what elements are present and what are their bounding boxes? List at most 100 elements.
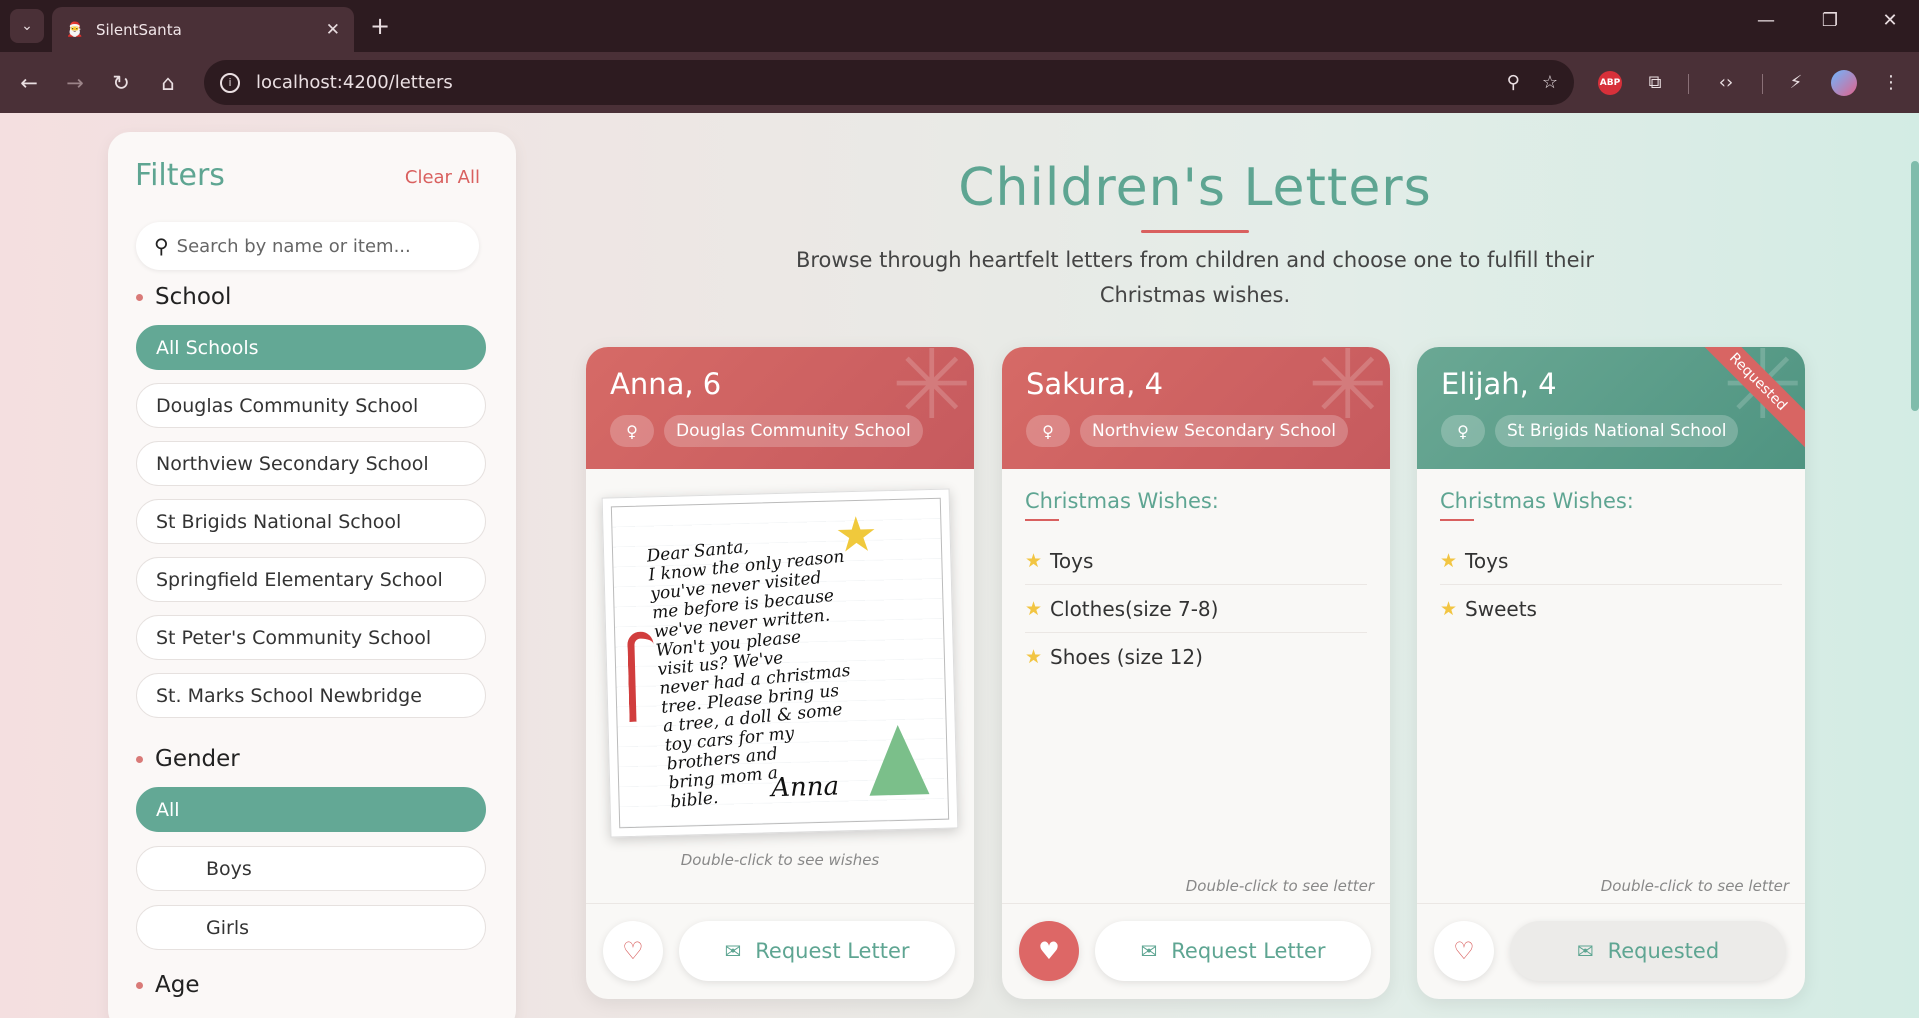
star-icon: ★	[1025, 646, 1043, 668]
search-input[interactable]: ⚲ Search by name or item...	[136, 222, 479, 270]
favorite-heart-button[interactable]: ♡	[1434, 921, 1494, 981]
wish-item: ★ Shoes (size 12)	[1025, 645, 1203, 669]
wish-item: ★ Clothes(size 7-8)	[1025, 585, 1367, 633]
bullet-dot	[136, 293, 143, 301]
request-label: Request Letter	[755, 939, 910, 963]
gender-option-label: Boys	[206, 857, 252, 880]
title-underline	[1141, 230, 1249, 233]
double-click-hint: Double-click to see letter	[1185, 877, 1374, 895]
page-title: Children's Letters	[958, 158, 1432, 218]
school-option[interactable]: St Peter's Community School	[136, 615, 486, 660]
bullet-dot	[136, 981, 143, 989]
adblock-extension-icon[interactable]: ABP	[1598, 71, 1622, 95]
minimize-icon[interactable]: —	[1746, 10, 1786, 31]
tab-title: SilentSanta	[96, 20, 182, 39]
performance-icon[interactable]: ⚡	[1781, 68, 1811, 98]
letter-handwriting: Dear Santa, I know the only reason you'v…	[645, 536, 852, 813]
toolbar-separator	[1762, 74, 1763, 94]
envelope-icon: ✉	[1140, 939, 1158, 963]
profile-avatar[interactable]	[1831, 70, 1857, 96]
home-icon[interactable]: ⌂	[152, 67, 184, 99]
request-letter-button[interactable]: ✉ Request Letter	[679, 921, 955, 981]
santa-favicon-icon: 🎅	[66, 21, 84, 38]
tab-search-button[interactable]: ⌄	[10, 9, 44, 43]
favorite-heart-button[interactable]: ♡	[603, 921, 663, 981]
star-icon: ★	[1025, 597, 1043, 620]
new-tab-button[interactable]: +	[366, 12, 394, 40]
gender-option-girls[interactable]: Girls	[136, 905, 486, 950]
star-icon: ★	[1025, 549, 1043, 572]
forward-icon[interactable]: →	[59, 67, 91, 99]
school-option[interactable]: Douglas Community School	[136, 383, 486, 428]
card-header: ✳ Requested Elijah, 4 ♀ St Brigids Natio…	[1417, 347, 1805, 469]
age-filter-title: Age	[136, 972, 199, 998]
wish-item: ★ Toys	[1440, 537, 1782, 585]
school-option[interactable]: Springfield Elementary School	[136, 557, 486, 602]
toolbar-separator	[1688, 74, 1689, 94]
browser-tab-bar: ⌄ 🎅 SilentSanta ✕ + — ❐ ✕	[0, 0, 1919, 52]
page-scrollbar[interactable]	[1911, 161, 1919, 411]
reload-icon[interactable]: ↻	[105, 67, 137, 99]
requested-button[interactable]: ✉ Requested	[1510, 921, 1786, 981]
card-header: ✳ Anna, 6 ♀ Douglas Community School	[586, 347, 974, 469]
page-subtitle: Browse through heartfelt letters from ch…	[795, 248, 1595, 307]
card-footer: ♥ ✉ Request Letter	[1002, 903, 1390, 999]
tree-doodle	[867, 724, 930, 796]
zoom-icon[interactable]: ⚲	[1507, 72, 1520, 93]
wishes-title: Christmas Wishes:	[1440, 489, 1634, 513]
url-text: localhost:4200/letters	[256, 72, 453, 93]
filters-panel: Filters Clear All ⚲ Search by name or it…	[108, 132, 516, 1018]
double-click-hint: Double-click to see wishes	[680, 851, 880, 869]
search-placeholder: Search by name or item...	[176, 235, 411, 257]
wish-item: ★ Sweets	[1440, 597, 1537, 621]
browser-tab[interactable]: 🎅 SilentSanta ✕	[52, 7, 354, 52]
request-label: Requested	[1607, 939, 1720, 963]
female-icon: ♀	[1026, 415, 1070, 447]
clear-all-button[interactable]: Clear All	[405, 167, 480, 188]
close-tab-icon[interactable]: ✕	[326, 20, 340, 40]
address-bar[interactable]: i localhost:4200/letters ⚲ ☆	[204, 60, 1574, 105]
favorite-heart-button[interactable]: ♥	[1019, 921, 1079, 981]
school-option[interactable]: Northview Secondary School	[136, 441, 486, 486]
close-window-icon[interactable]: ✕	[1870, 10, 1910, 31]
request-label: Request Letter	[1171, 939, 1326, 963]
wishes-section: Christmas Wishes: ★ Toys ★ Clothes(size 7-…	[1002, 469, 1390, 701]
restore-icon[interactable]: ❐	[1810, 10, 1850, 31]
school-filter-label: School	[155, 284, 232, 310]
bookmark-star-icon[interactable]: ☆	[1542, 72, 1558, 93]
gender-option-all[interactable]: All	[136, 787, 486, 832]
school-option[interactable]: St Brigids National School	[136, 499, 486, 544]
envelope-icon: ✉	[724, 939, 742, 963]
gender-filter-title: Gender	[136, 746, 240, 772]
female-icon: ♀	[610, 415, 654, 447]
browser-menu-icon[interactable]: ⋮	[1876, 68, 1906, 98]
school-option-all[interactable]: All Schools	[136, 325, 486, 370]
letter-image[interactable]: ★ Dear Santa, I know the only reason you…	[601, 488, 959, 838]
school-filter-title: School	[136, 284, 231, 310]
double-click-hint: Double-click to see letter	[1600, 877, 1789, 895]
school-option[interactable]: St. Marks School Newbridge	[136, 673, 486, 718]
letter-card[interactable]: ✳ Sakura, 4 ♀ Northview Secondary School…	[1002, 347, 1390, 999]
letter-signature: Anna	[770, 771, 840, 804]
gender-option-boys[interactable]: Boys	[136, 846, 486, 891]
gender-filter-label: Gender	[155, 746, 240, 772]
star-icon: ★	[1440, 549, 1458, 572]
extensions-puzzle-icon[interactable]: ⧉	[1640, 68, 1670, 98]
wishes-underline	[1025, 519, 1059, 521]
site-info-icon[interactable]: i	[220, 72, 240, 93]
age-filter-label: Age	[155, 972, 200, 998]
request-letter-button[interactable]: ✉ Request Letter	[1095, 921, 1371, 981]
search-icon: ⚲	[154, 234, 169, 258]
snowflake-icon: ✳	[891, 347, 972, 441]
wishes-section: Christmas Wishes: ★ Toys ★ Sweets	[1417, 469, 1805, 653]
letter-card[interactable]: ✳ Requested Elijah, 4 ♀ St Brigids Natio…	[1417, 347, 1805, 999]
page-content: Filters Clear All ⚲ Search by name or it…	[0, 113, 1919, 1018]
school-tag: Douglas Community School	[664, 415, 923, 447]
page-heading: Children's Letters Browse through heartf…	[720, 158, 1670, 313]
devtools-code-icon[interactable]: ‹›	[1711, 68, 1741, 98]
female-icon: ♀	[1441, 415, 1485, 447]
letter-card[interactable]: ✳ Anna, 6 ♀ Douglas Community School ★ D…	[586, 347, 974, 999]
candy-cane-doodle	[627, 631, 656, 722]
back-icon[interactable]: ←	[13, 67, 45, 99]
star-icon: ★	[1440, 598, 1458, 620]
